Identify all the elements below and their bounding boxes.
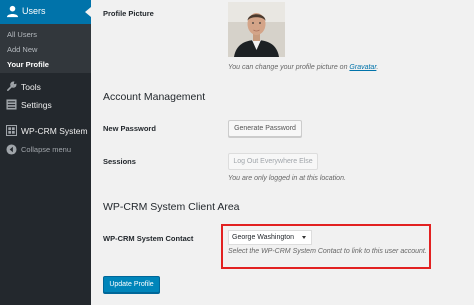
grid-icon: [6, 125, 17, 136]
profile-picture-label: Profile Picture: [103, 9, 154, 18]
menu-tools-label: Tools: [21, 82, 41, 92]
submenu-all-users[interactable]: All Users: [7, 30, 37, 39]
submenu-your-profile[interactable]: Your Profile: [7, 60, 49, 69]
crm-contact-label: WP-CRM System Contact: [103, 234, 194, 243]
menu-wpcrm-label: WP-CRM System: [21, 126, 88, 136]
menu-users[interactable]: Users: [0, 0, 91, 24]
crm-contact-selected: George Washington: [232, 234, 294, 241]
users-submenu: All Users Add New Your Profile: [0, 24, 91, 73]
menu-tools[interactable]: Tools: [0, 78, 91, 96]
gravatar-hint-end: .: [376, 64, 379, 71]
collapse-icon: [6, 144, 17, 155]
settings-sliders-icon: [6, 99, 17, 110]
crm-area-heading: WP-CRM System Client Area: [103, 201, 240, 213]
update-profile-button[interactable]: Update Profile: [103, 276, 160, 293]
submenu-add-new[interactable]: Add New: [7, 45, 37, 54]
wrench-icon: [7, 81, 17, 91]
gravatar-hint: You can change your profile picture on G…: [228, 64, 378, 71]
sessions-label: Sessions: [103, 157, 136, 166]
menu-settings[interactable]: Settings: [0, 96, 91, 114]
collapse-menu[interactable]: Collapse menu: [0, 141, 91, 159]
avatar-image: [228, 2, 285, 57]
gravatar-hint-text: You can change your profile picture on: [228, 64, 350, 71]
users-icon: [6, 5, 19, 18]
collapse-menu-label: Collapse menu: [21, 145, 72, 154]
crm-contact-select[interactable]: George Washington: [228, 230, 312, 245]
crm-contact-hint: Select the WP-CRM System Contact to link…: [228, 248, 427, 255]
account-management-heading: Account Management: [103, 91, 206, 103]
admin-sidebar: Users All Users Add New Your Profile Too…: [0, 0, 91, 305]
chevron-down-icon: [302, 236, 306, 239]
logout-everywhere-button[interactable]: Log Out Everywhere Else: [228, 153, 318, 170]
menu-users-label: Users: [22, 6, 46, 16]
profile-form: Profile Picture You can change your prof…: [91, 0, 474, 305]
menu-wpcrm[interactable]: WP-CRM System: [0, 122, 91, 140]
sessions-hint: You are only logged in at this location.: [228, 175, 346, 182]
avatar: [228, 2, 285, 57]
new-password-label: New Password: [103, 124, 156, 133]
generate-password-button[interactable]: Generate Password: [228, 120, 302, 137]
gravatar-link[interactable]: Gravatar: [349, 64, 376, 71]
menu-settings-label: Settings: [21, 100, 52, 110]
